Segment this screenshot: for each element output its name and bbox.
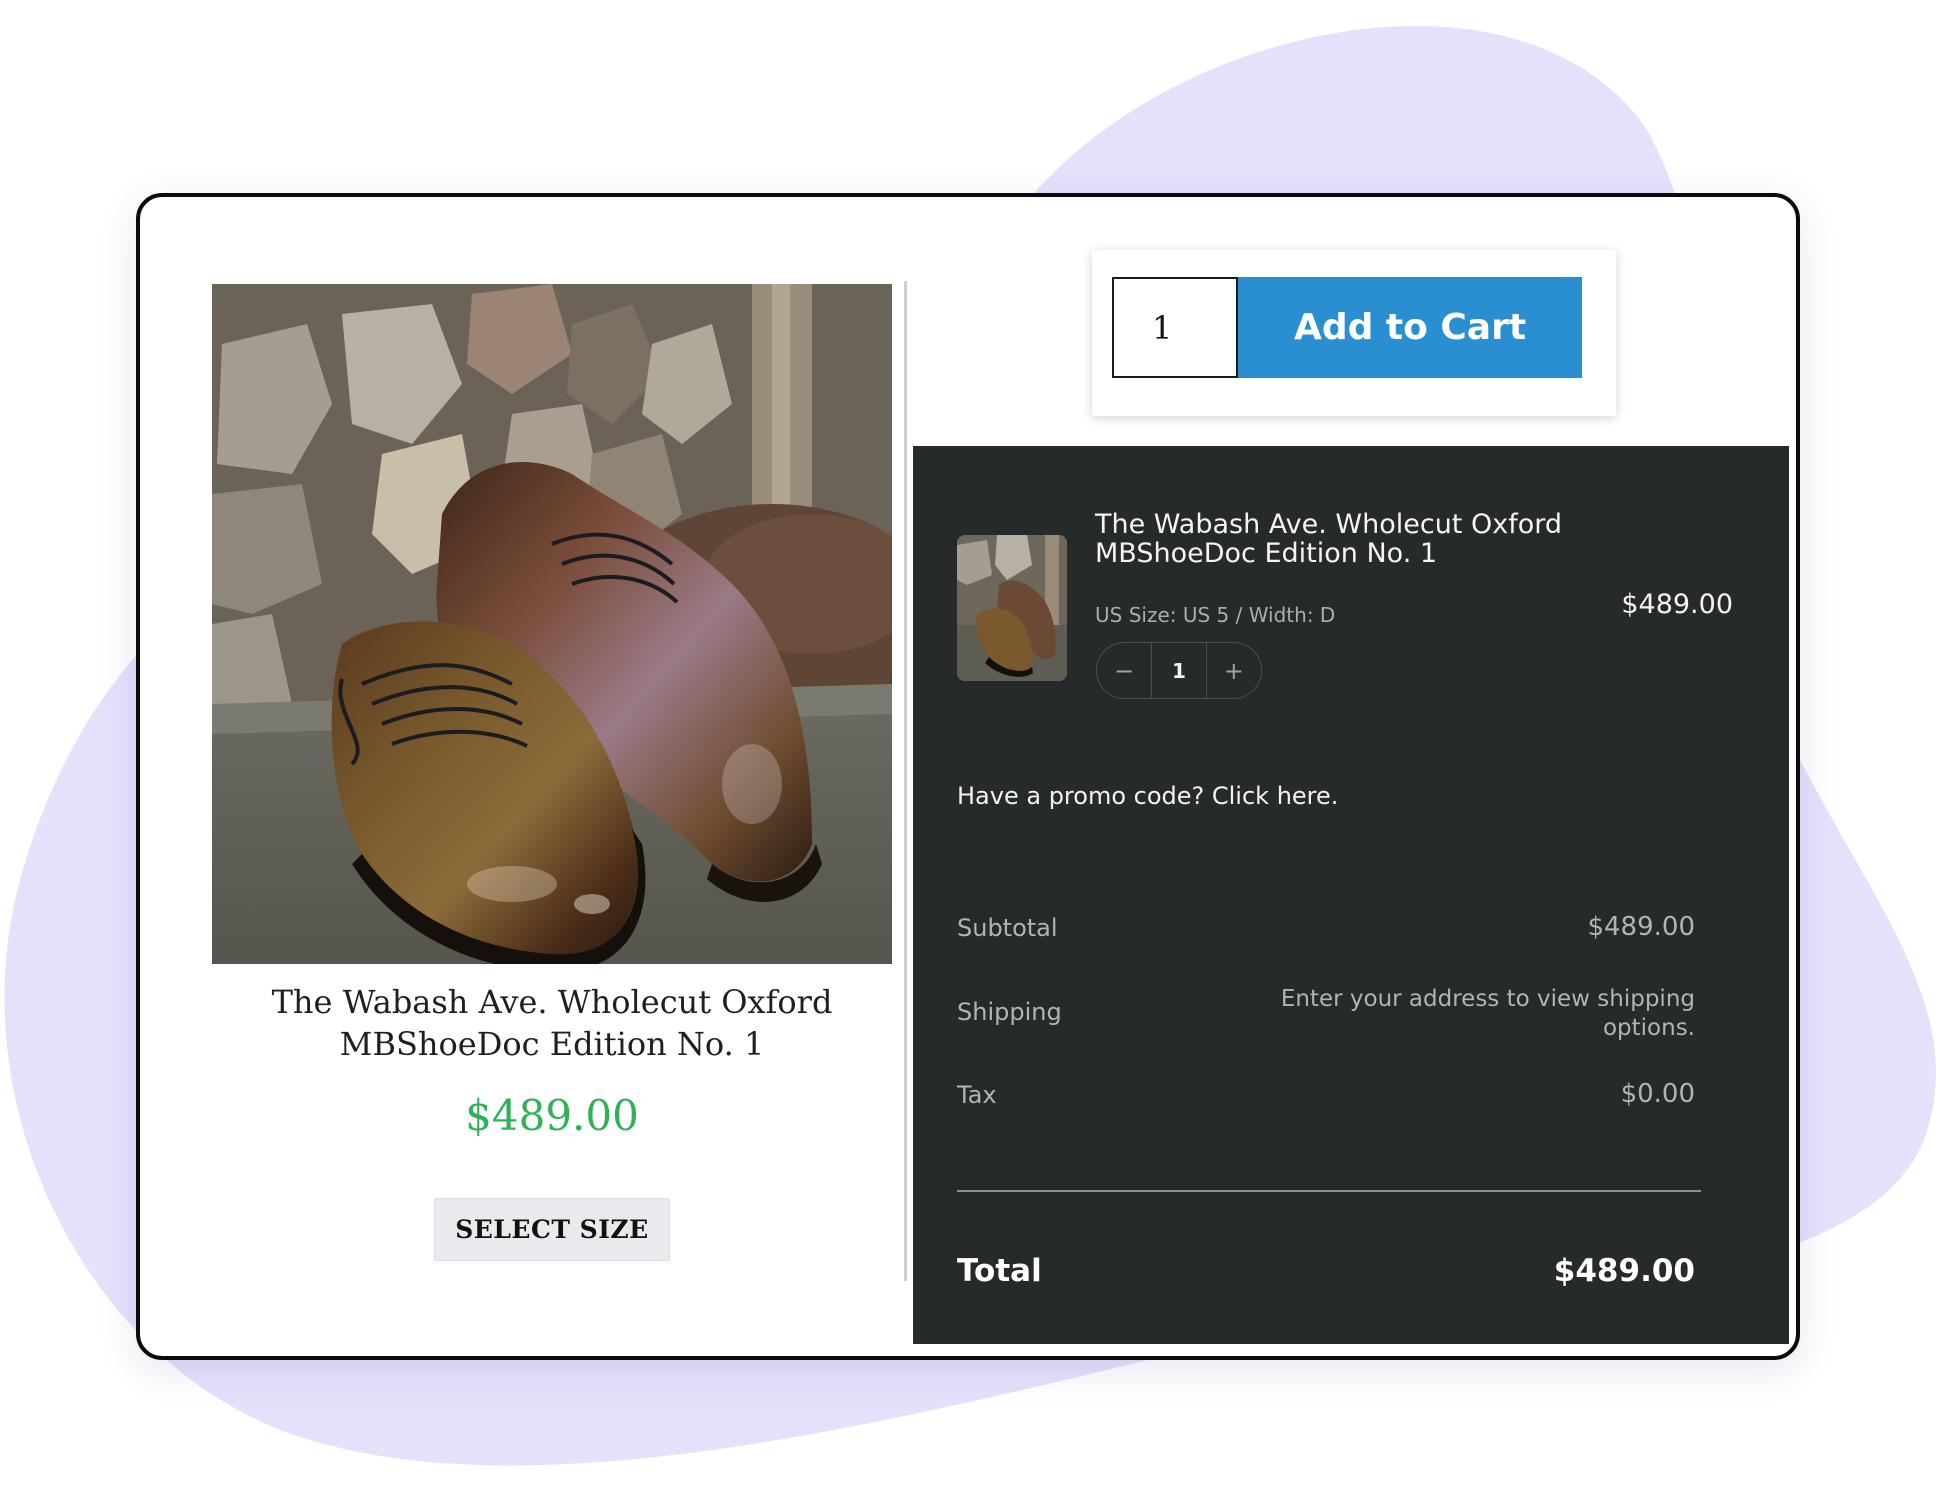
promo-code-link[interactable]: Have a promo code? Click here.	[957, 782, 1338, 810]
tax-label: Tax	[957, 1081, 997, 1109]
subtotal-label: Subtotal	[957, 914, 1058, 942]
tax-value: $0.00	[1620, 1079, 1695, 1109]
cart-item-variant: US Size: US 5 / Width: D	[1095, 603, 1336, 627]
shipping-value: Enter your address to view shipping opti…	[1280, 986, 1695, 1041]
cart-item-price: $489.00	[1621, 589, 1733, 620]
shipping-label: Shipping	[957, 998, 1062, 1026]
increment-button[interactable]: +	[1207, 643, 1261, 698]
add-to-cart-button[interactable]: Add to Cart	[1238, 277, 1582, 378]
product-title[interactable]: The Wabash Ave. Wholecut Oxford MBShoeDo…	[212, 981, 892, 1065]
quantity-input[interactable]	[1112, 277, 1238, 378]
oxford-shoes-photo-icon	[212, 284, 892, 964]
summary-divider	[957, 1190, 1701, 1192]
decrement-button[interactable]: −	[1097, 643, 1151, 698]
subtotal-value: $489.00	[1587, 912, 1695, 942]
oxford-shoes-thumbnail-icon	[957, 535, 1067, 681]
quantity-stepper: − 1 +	[1096, 642, 1262, 699]
cart-item-quantity[interactable]: 1	[1151, 643, 1207, 698]
total-value: $489.00	[1553, 1253, 1695, 1289]
cart-item-thumbnail[interactable]	[957, 535, 1067, 681]
cart-item-title[interactable]: The Wabash Ave. Wholecut Oxford MBShoeDo…	[1095, 510, 1565, 568]
select-size-button[interactable]: SELECT SIZE	[434, 1198, 670, 1261]
add-to-cart-box: Add to Cart	[1092, 250, 1616, 416]
total-label: Total	[957, 1253, 1042, 1289]
cart-panel: The Wabash Ave. Wholecut Oxford MBShoeDo…	[913, 446, 1789, 1344]
product-card: The Wabash Ave. Wholecut Oxford MBShoeDo…	[136, 193, 1800, 1360]
column-divider	[904, 281, 907, 1281]
product-image[interactable]	[212, 284, 892, 964]
product-price: $489.00	[465, 1091, 639, 1140]
